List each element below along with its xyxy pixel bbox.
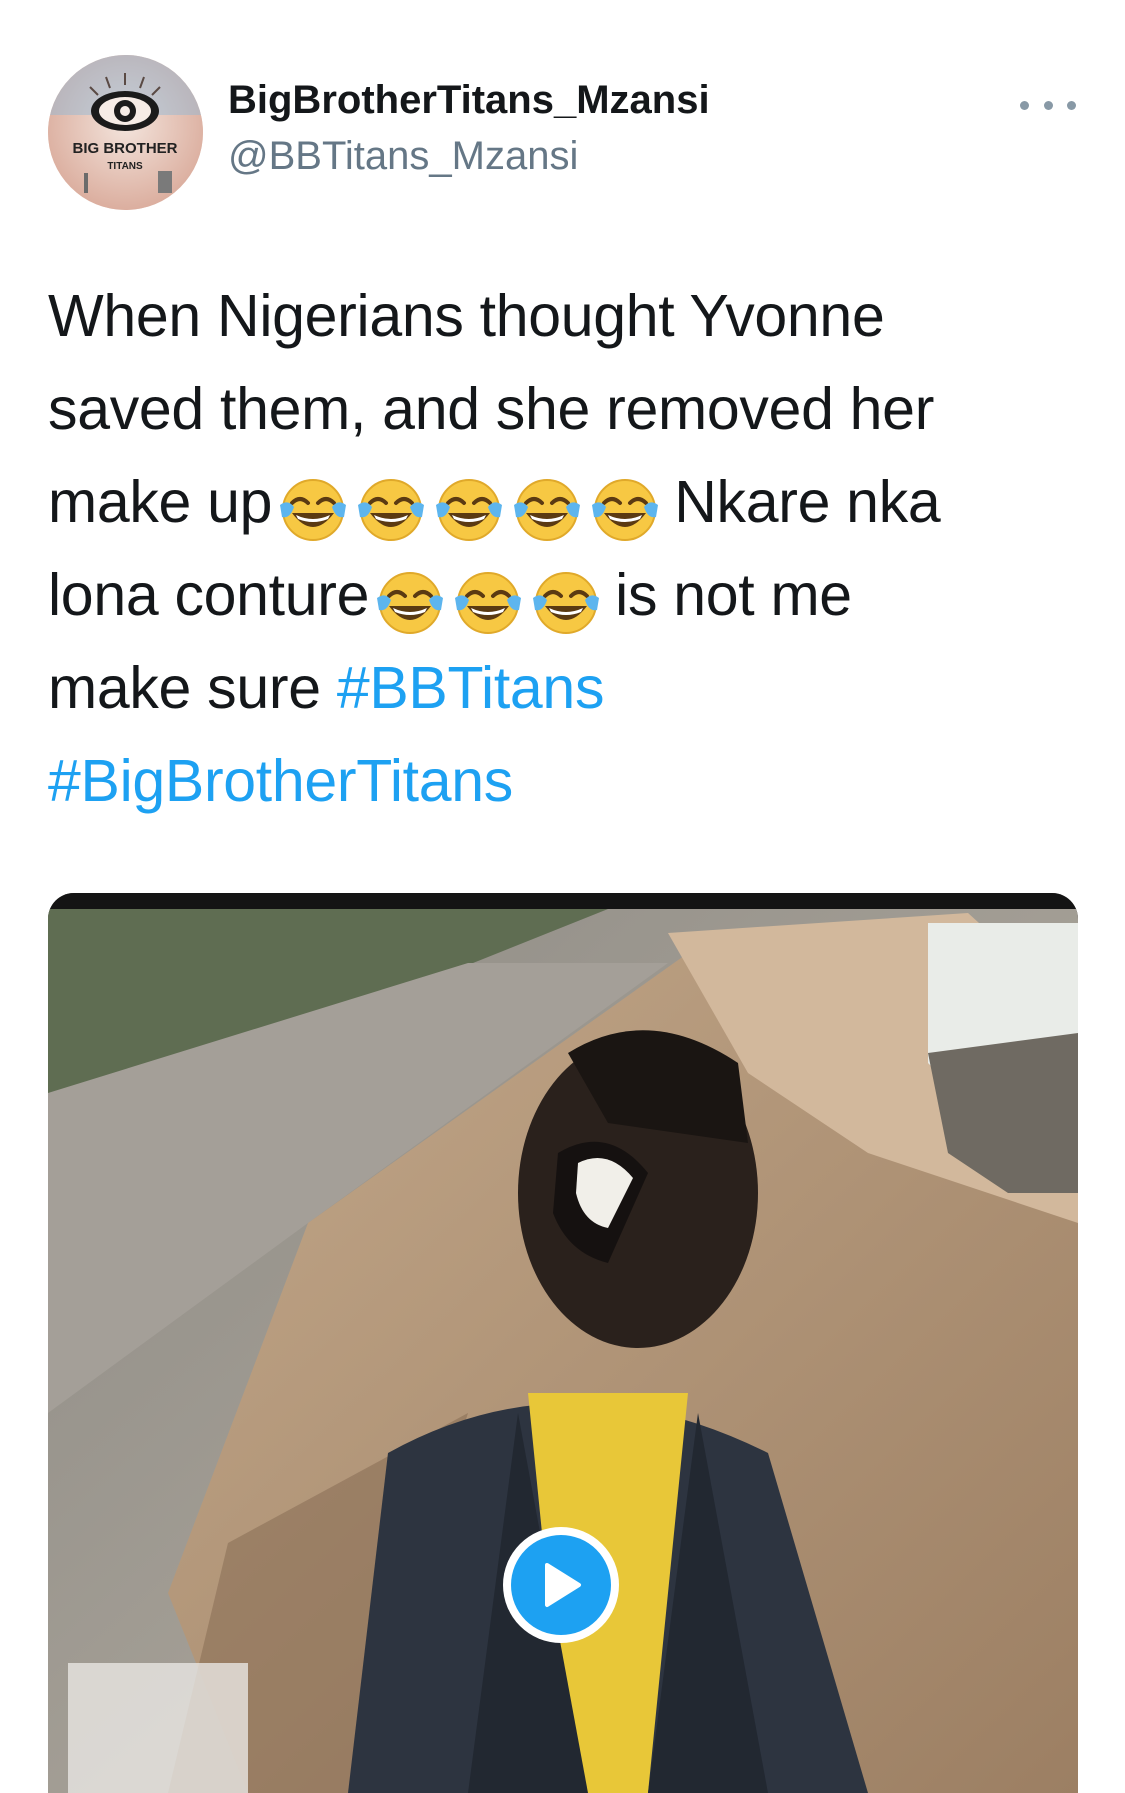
face-with-tears-of-joy-icon [436, 479, 503, 542]
face-with-tears-of-joy-icon [377, 572, 444, 635]
video-thumbnail[interactable] [48, 893, 1078, 1793]
play-button[interactable] [503, 1527, 619, 1643]
tweet-text-segment: When Nigerians thought Yvonne [48, 283, 885, 349]
big-brother-logo-icon: BIG BROTHER TITANS [48, 55, 203, 210]
tweet-line: lona conture is not me [48, 549, 1078, 642]
play-icon [545, 1563, 581, 1607]
avatar-logo-subtext: TITANS [107, 161, 143, 172]
author-handle[interactable]: @BBTitans_Mzansi [228, 134, 578, 179]
avatar-logo-text: BIG BROTHER [73, 140, 178, 157]
emoji-group [278, 460, 668, 553]
tweet-line: make sure #BBTitans [48, 642, 1078, 735]
play-button-inner [511, 1535, 611, 1635]
author-name[interactable]: BigBrotherTitans_Mzansi [228, 78, 710, 123]
tweet-text-segment: saved them, and she removed her [48, 376, 935, 442]
face-with-tears-of-joy-icon [455, 572, 522, 635]
tweet-text-segment: is not me [615, 562, 852, 628]
face-with-tears-of-joy-icon [514, 479, 581, 542]
more-options-button[interactable] [1020, 90, 1076, 120]
tweet-text-segment: make sure [48, 655, 321, 721]
video-frame-image [48, 893, 1078, 1793]
hashtag-link[interactable]: #BigBrotherTitans [48, 748, 513, 814]
face-with-tears-of-joy-icon [533, 572, 600, 635]
tweet-line: When Nigerians thought Yvonne [48, 270, 1078, 363]
face-with-tears-of-joy-icon [358, 479, 425, 542]
tweet-line: saved them, and she removed her [48, 363, 1078, 456]
more-dot-icon [1043, 100, 1053, 110]
more-dot-icon [1067, 100, 1076, 110]
tweet-line: #BigBrotherTitans [48, 735, 1078, 828]
tweet-text-segment: Nkare nka [674, 469, 941, 535]
avatar[interactable]: BIG BROTHER TITANS [48, 55, 203, 210]
tweet-line: make up Nkare nka [48, 456, 1078, 549]
tweet-text-segment: make up [48, 469, 273, 535]
face-with-tears-of-joy-icon [592, 479, 659, 542]
face-with-tears-of-joy-icon [280, 479, 347, 542]
more-dot-icon [1020, 100, 1029, 110]
emoji-group [375, 553, 609, 646]
hashtag-link[interactable]: #BBTitans [337, 655, 605, 721]
tweet-text-segment: lona conture [48, 562, 370, 628]
tweet-text: When Nigerians thought Yvonne saved them… [48, 270, 1078, 828]
